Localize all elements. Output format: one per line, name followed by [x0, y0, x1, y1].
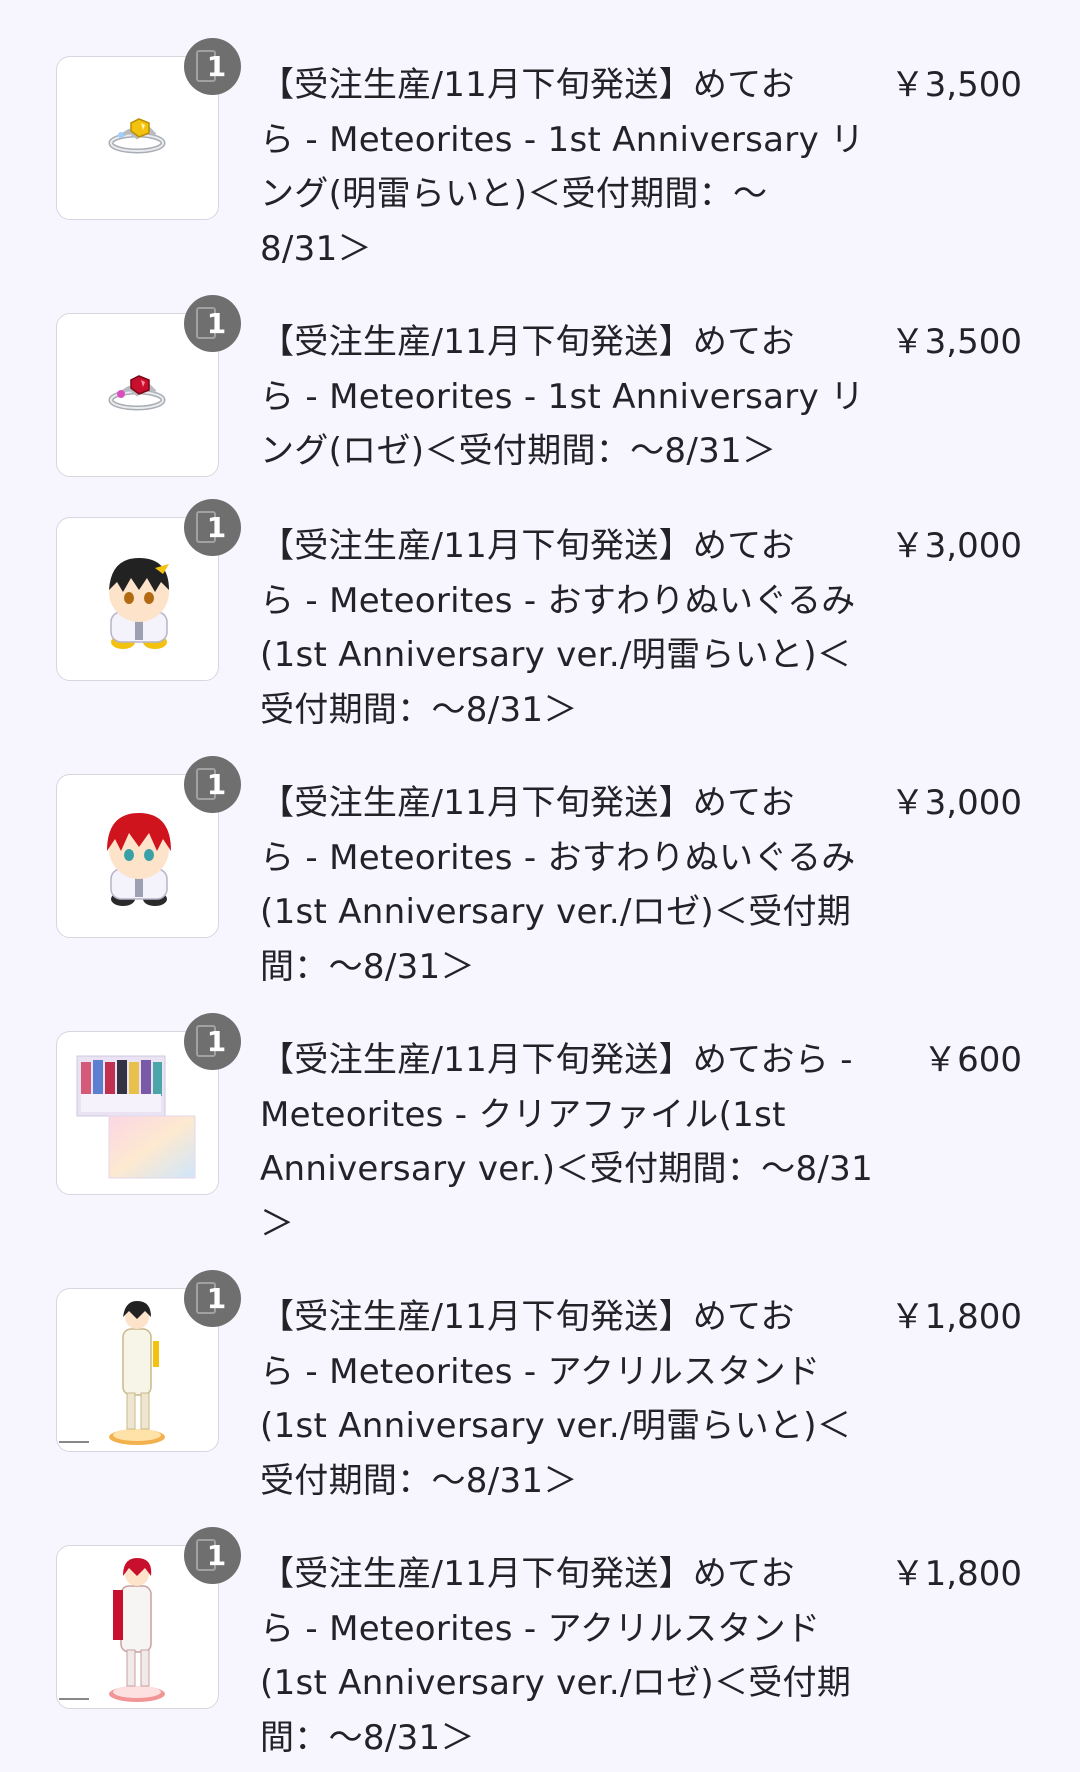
quantity-badge: 1 — [184, 1527, 241, 1584]
product-name-line: 【受注生産/11月下旬発送】めてお — [260, 783, 795, 823]
product-price: ￥600 — [923, 1040, 1022, 1080]
product-name-line: 間：～8/31＞ — [260, 1717, 475, 1758]
product-name[interactable]: 【受注生産/11月下旬発送】めてお ら - Meteorites - 1st A… — [260, 58, 865, 276]
product-name-line: Meteorites - クリアファイル(1st — [260, 1094, 786, 1135]
product-name-line: 【受注生産/11月下旬発送】めてお — [260, 526, 795, 566]
product-name-line: (1st Anniversary ver./明雷らいと)＜ — [260, 635, 852, 676]
product-name-line: ら - Meteorites - 1st Anniversary リ — [260, 376, 865, 417]
product-name-line: ら - Meteorites - 1st Anniversary リ — [260, 119, 865, 160]
product-price: ￥1,800 — [890, 1297, 1022, 1337]
product-name-line: ら - Meteorites - アクリルスタンド — [260, 1608, 821, 1649]
product-name-line: 【受注生産/11月下旬発送】めてお — [260, 65, 795, 105]
product-name-line: 受付期間：～8/31＞ — [260, 689, 578, 730]
product-name-line: 間：～8/31＞ — [260, 946, 475, 987]
product-name[interactable]: 【受注生産/11月下旬発送】めてお ら - Meteorites - アクリルス… — [260, 1290, 860, 1508]
product-name-line: ング(明雷らいと)＜受付期間：～ — [260, 174, 768, 215]
product-name-line: 【受注生産/11月下旬発送】めてお — [260, 322, 795, 362]
quantity-badge: 1 — [184, 1270, 241, 1327]
product-name[interactable]: 【受注生産/11月下旬発送】めてお ら - Meteorites - アクリルス… — [260, 1547, 860, 1765]
product-name[interactable]: 【受注生産/11月下旬発送】めてお ら - Meteorites - おすわりぬ… — [260, 776, 860, 994]
product-price: ￥3,000 — [890, 783, 1022, 823]
quantity-badge: 1 — [184, 499, 241, 556]
product-price: ￥1,800 — [890, 1554, 1022, 1594]
product-name-line: 【受注生産/11月下旬発送】めておら - — [260, 1040, 853, 1080]
product-name-line: ら - Meteorites - おすわりぬいぐるみ — [260, 580, 856, 621]
product-name-line: 【受注生産/11月下旬発送】めてお — [260, 1297, 795, 1337]
product-name-line: 8/31＞ — [260, 228, 372, 269]
product-name-line: 【受注生産/11月下旬発送】めてお — [260, 1554, 795, 1594]
product-name-line: ング(ロゼ)＜受付期間：～8/31＞ — [260, 431, 777, 472]
cart-item-list: 1 【受注生産/11月下旬発送】めてお ら - Meteorites - 1st… — [0, 0, 1080, 1772]
product-name-line: ら - Meteorites - おすわりぬいぐるみ — [260, 837, 856, 878]
product-name[interactable]: 【受注生産/11月下旬発送】めておら - Meteorites - クリアファイ… — [260, 1033, 873, 1251]
quantity-badge: 1 — [184, 295, 241, 352]
quantity-badge: 1 — [184, 38, 241, 95]
product-price: ￥3,500 — [890, 65, 1022, 105]
product-name-line: ら - Meteorites - アクリルスタンド — [260, 1351, 821, 1392]
product-name-line: 受付期間：～8/31＞ — [260, 1460, 578, 1501]
quantity-badge: 1 — [184, 756, 241, 813]
product-name[interactable]: 【受注生産/11月下旬発送】めてお ら - Meteorites - 1st A… — [260, 315, 865, 479]
product-name-line: (1st Anniversary ver./ロゼ)＜受付期 — [260, 892, 852, 933]
product-name[interactable]: 【受注生産/11月下旬発送】めてお ら - Meteorites - おすわりぬ… — [260, 519, 860, 737]
product-name-line: ＞ — [260, 1203, 295, 1244]
quantity-badge: 1 — [184, 1013, 241, 1070]
product-name-line: (1st Anniversary ver./明雷らいと)＜ — [260, 1406, 852, 1447]
product-name-line: (1st Anniversary ver./ロゼ)＜受付期 — [260, 1663, 852, 1704]
product-price: ￥3,000 — [890, 526, 1022, 566]
product-name-line: Anniversary ver.)＜受付期間：～8/31 — [260, 1149, 873, 1190]
product-price: ￥3,500 — [890, 322, 1022, 362]
